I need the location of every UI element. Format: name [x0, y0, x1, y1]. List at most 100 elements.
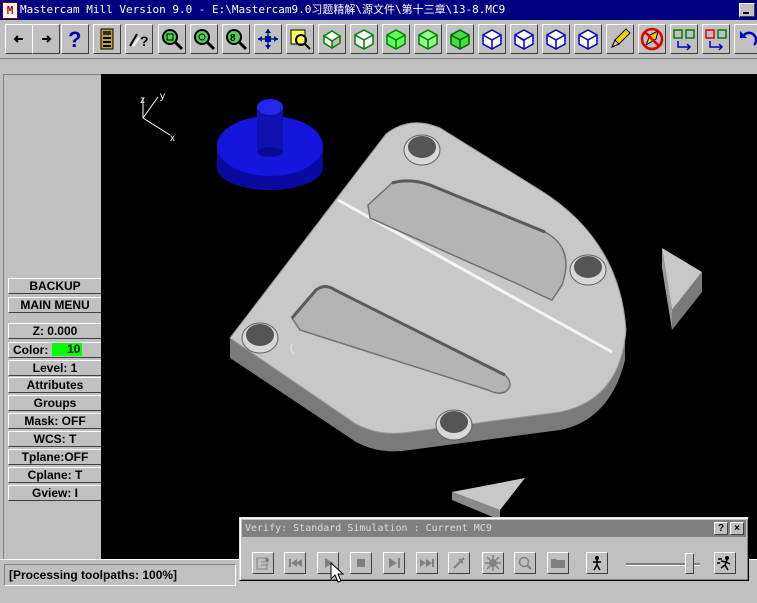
rewind-button[interactable] [284, 552, 306, 574]
view-front-button[interactable] [382, 24, 410, 54]
transform-color-button[interactable] [702, 24, 730, 54]
view-side-icon [418, 29, 438, 50]
level-button[interactable]: Level: 1 [8, 360, 102, 376]
status-text: [Processing toolpaths: 100%] [4, 564, 236, 586]
magnify-button[interactable] [514, 552, 536, 574]
transform-button[interactable] [670, 24, 698, 54]
gview-button[interactable]: Gview: I [8, 485, 102, 501]
groups-button[interactable]: Groups [8, 395, 102, 411]
axis-gnomon [142, 96, 171, 136]
app-icon[interactable]: M [2, 2, 18, 19]
explosion-button[interactable] [482, 552, 504, 574]
backup-button[interactable]: BACKUP [8, 278, 102, 294]
window-title: Mastercam Mill Version 9.0 - E:\Masterca… [20, 3, 506, 16]
calculator-button[interactable] [93, 24, 121, 54]
view-front-icon [386, 29, 406, 50]
rotate-icon [322, 30, 342, 50]
zoom-window-icon [162, 29, 184, 51]
speed-slider-thumb[interactable] [685, 553, 695, 574]
cutter-tool [217, 99, 323, 190]
toolbar-separator [0, 58, 757, 75]
view-top-button[interactable] [350, 24, 378, 54]
undo-icon [740, 31, 757, 46]
verify-dialog-title: Verify: Standard Simulation : Current MC… [242, 520, 746, 537]
view-cube-3-button[interactable] [542, 24, 570, 54]
wcs-button[interactable]: WCS: T [8, 431, 102, 447]
analyze-button[interactable]: ? [125, 24, 153, 54]
zoom-fit-icon: 8 [226, 29, 248, 51]
hole-right [569, 254, 607, 286]
rotate-button[interactable] [318, 24, 346, 54]
person-button[interactable] [586, 552, 608, 574]
solid-model-render: z y x [140, 91, 702, 520]
verify-dialog: Verify: Standard Simulation : Current MC… [239, 517, 749, 581]
fixture-right [662, 248, 702, 330]
person-icon [593, 556, 601, 571]
verify-help-button[interactable]: ? [714, 522, 728, 535]
view-cube-2-button[interactable] [510, 24, 538, 54]
color-button[interactable]: Color: 10 [8, 342, 102, 358]
rewind-icon [289, 559, 302, 567]
view-cube-1-button[interactable] [478, 24, 506, 54]
mouse-cursor-icon [330, 562, 344, 583]
axis-x-label: x [170, 133, 175, 144]
forward-button[interactable] [32, 24, 60, 54]
graphics-viewport[interactable]: z y x [101, 74, 757, 559]
hole-bottom [435, 409, 473, 441]
hole-left [241, 322, 279, 354]
tool-icon [453, 557, 465, 569]
title-bar: M Mastercam Mill Version 9.0 - E:\Master… [0, 0, 757, 20]
back-button[interactable] [5, 24, 33, 54]
axis-y-label: y [160, 91, 165, 102]
stop-button[interactable] [350, 552, 372, 574]
undo-button[interactable] [734, 24, 757, 54]
view-iso-icon [450, 29, 470, 50]
color-value: 10 [66, 342, 81, 356]
tplane-button[interactable]: Tplane:OFF [8, 449, 102, 465]
view-iso-button[interactable] [446, 24, 474, 54]
view-cube-4-icon [578, 29, 598, 50]
mask-button[interactable]: Mask: OFF [8, 413, 102, 429]
no-paint-button[interactable] [638, 24, 666, 54]
options-button[interactable] [252, 552, 274, 574]
back-arrow-icon [13, 35, 23, 43]
view-cube-3-icon [546, 29, 566, 50]
folder-button[interactable] [547, 552, 569, 574]
verify-close-button[interactable]: × [730, 522, 744, 535]
cplane-button[interactable]: Cplane: T [8, 467, 102, 483]
view-top-icon [354, 29, 374, 50]
pan-button[interactable] [254, 24, 282, 54]
fast-forward-icon [420, 559, 434, 567]
forward-arrow-icon [42, 35, 52, 43]
axis-z-label: z [140, 95, 145, 106]
pan-icon [258, 29, 278, 49]
select-button[interactable] [286, 24, 314, 54]
run-button[interactable] [714, 552, 736, 574]
zoom-window-button[interactable] [158, 24, 186, 54]
fast-forward-button[interactable] [416, 552, 438, 574]
transform-icon [673, 29, 695, 51]
zoom-fit-button[interactable]: 8 [222, 24, 250, 54]
step-button[interactable] [383, 552, 405, 574]
fixture-bottom [452, 478, 525, 520]
folder-icon [551, 559, 565, 568]
view-cube-4-button[interactable] [574, 24, 602, 54]
pencil-button[interactable] [606, 24, 634, 54]
analyze-icon: ? [129, 33, 149, 49]
view-side-button[interactable] [414, 24, 442, 54]
svg-text:?: ? [68, 28, 81, 50]
attributes-button[interactable]: Attributes [8, 377, 102, 393]
z-depth-button[interactable]: Z: 0.000 [8, 323, 102, 339]
main-menu-panel: BACKUP MAIN MENU Z: 0.000 Color: 10 Level… [3, 74, 102, 560]
color-label: Color: [13, 343, 49, 357]
hole-top [403, 134, 441, 166]
main-menu-button[interactable]: MAIN MENU [8, 297, 102, 313]
minimize-button[interactable] [739, 3, 755, 17]
run-icon [717, 556, 731, 571]
transform-color-icon [705, 29, 727, 51]
tool-button[interactable] [448, 552, 470, 574]
pencil-icon [611, 28, 631, 48]
unzoom-button[interactable] [190, 24, 218, 54]
help-button[interactable]: ? [61, 24, 89, 54]
svg-text:8: 8 [230, 33, 236, 44]
